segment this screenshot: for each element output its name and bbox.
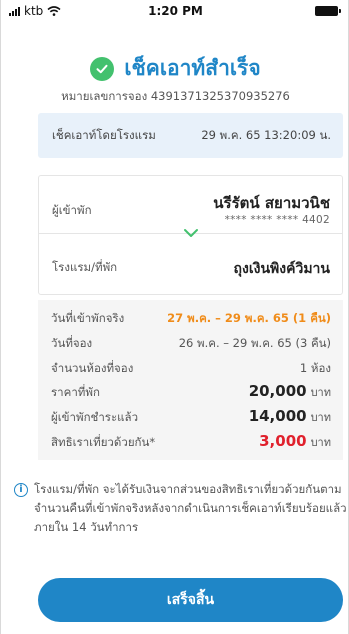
subsidy-amount: 3,000	[259, 432, 307, 450]
detail-row: วันที่จอง 26 พ.ค. – 29 พ.ค. 65 (3 คืน)	[38, 333, 343, 353]
hotel-row: โรงแรม/ที่พัก ถุงเงินพิงค์วิมาน	[39, 229, 342, 296]
detail-label: สิทธิเราเที่ยวด้วยกัน*	[51, 435, 156, 449]
page-title: เช็คเอาท์สำเร็จ	[124, 56, 261, 80]
info-text: โรงแรม/ที่พัก จะได้รับเงินจากส่วนของสิทธ…	[34, 482, 347, 534]
hotel-label: โรงแรม/ที่พัก	[52, 260, 118, 274]
screen: ktb 1:20 PM เช็คเอาท์สำเร็จ หมายเลขการจอ…	[0, 0, 349, 634]
detail-value: 27 พ.ค. – 29 พ.ค. 65 (1 คืน)	[167, 311, 331, 325]
battery-icon	[315, 6, 341, 16]
paid-amount: 14,000	[248, 407, 307, 425]
hotel-name: ถุงเงินพิงค์วิมาน	[233, 261, 330, 277]
detail-label: จำนวนห้องที่จอง	[51, 361, 134, 375]
guest-row: ผู้เข้าพัก นรีรัตน์ สยามวนิช **** **** *…	[39, 176, 342, 233]
detail-row: สิทธิเราเที่ยวด้วยกัน* 3,000 บาท	[38, 432, 343, 452]
detail-row: ราคาที่พัก 20,000 บาท	[38, 382, 343, 402]
detail-value: 1 ห้อง	[299, 361, 331, 375]
clock: 1:20 PM	[148, 4, 203, 18]
detail-label: ราคาที่พัก	[51, 385, 100, 399]
currency-unit: บาท	[310, 411, 331, 424]
booking-card: ผู้เข้าพัก นรีรัตน์ สยามวนิช **** **** *…	[38, 175, 343, 295]
info-icon: i	[14, 483, 28, 497]
detail-row: วันที่เข้าพักจริง 27 พ.ค. – 29 พ.ค. 65 (…	[38, 308, 343, 328]
card-number: **** **** **** 4402	[224, 214, 330, 226]
booking-number: หมายเลขการจอง 4391371325370935276	[61, 89, 290, 103]
detail-row: ผู้เข้าพักชำระแล้ว 14,000 บาท	[38, 407, 343, 427]
detail-value: 26 พ.ค. – 29 พ.ค. 65 (3 คืน)	[178, 336, 331, 350]
detail-row: จำนวนห้องที่จอง 1 ห้อง	[38, 358, 343, 378]
detail-label: วันที่เข้าพักจริง	[51, 311, 125, 325]
finish-button[interactable]: เสร็จสิ้น	[38, 578, 343, 622]
currency-unit: บาท	[310, 386, 331, 399]
guest-name: นรีรัตน์ สยามวนิช	[213, 194, 330, 212]
status-bar: ktb 1:20 PM	[1, 0, 348, 22]
chevron-down-icon[interactable]	[183, 228, 199, 238]
detail-value: 14,000 บาท	[249, 407, 331, 426]
booking-details: วันที่เข้าพักจริง 27 พ.ค. – 29 พ.ค. 65 (…	[38, 300, 343, 460]
checkout-banner: เช็คเอาท์โดยโรงแรม 29 พ.ค. 65 13:20:09 น…	[38, 113, 343, 158]
detail-label: วันที่จอง	[51, 336, 93, 350]
currency-unit: บาท	[310, 436, 331, 449]
page-header: เช็คเอาท์สำเร็จ	[1, 52, 348, 85]
info-note: i โรงแรม/ที่พัก จะได้รับเงินจากส่วนของสิ…	[14, 480, 348, 537]
price-amount: 20,000	[248, 382, 307, 400]
guest-label: ผู้เข้าพัก	[52, 203, 92, 217]
detail-label: ผู้เข้าพักชำระแล้ว	[51, 410, 139, 424]
detail-value: 3,000 บาท	[259, 432, 331, 451]
check-circle-icon	[90, 56, 115, 81]
checkout-label: เช็คเอาท์โดยโรงแรม	[52, 127, 156, 142]
detail-value: 20,000 บาท	[249, 382, 331, 401]
checkout-datetime: 29 พ.ค. 65 13:20:09 น.	[201, 127, 331, 142]
